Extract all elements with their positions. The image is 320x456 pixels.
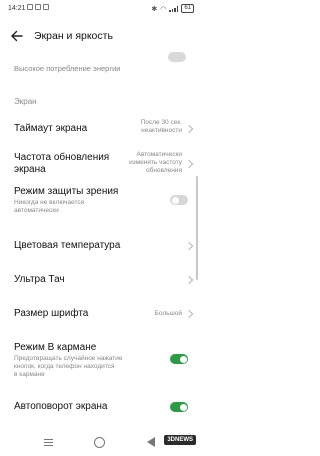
screen-timeout-value-line2: неактивности bbox=[141, 127, 182, 134]
color-temperature-label: Цветовая температура bbox=[14, 240, 121, 251]
notification-icon bbox=[43, 4, 49, 10]
ultra-touch-label: Ультра Тач bbox=[14, 274, 65, 285]
screen-timeout-value: После 30 сек. неактивности bbox=[141, 119, 182, 135]
notification-icon bbox=[35, 4, 41, 10]
eye-protection-label: Режим защиты зрения bbox=[14, 186, 119, 197]
notification-icon bbox=[27, 4, 33, 10]
bluetooth-icon: ✱ bbox=[151, 5, 158, 13]
refresh-rate-row[interactable]: Частота обновления экрана Автоматически … bbox=[14, 151, 194, 178]
pocket-mode-sub-line2: кнопок, когда телефон находится bbox=[14, 363, 115, 370]
battery-icon: 61 bbox=[181, 4, 194, 13]
pocket-mode-row[interactable]: Режим В кармане Предотвращать случайное … bbox=[14, 342, 194, 378]
watermark-logo: 3DNEWS bbox=[164, 435, 196, 445]
auto-rotate-row[interactable]: Автоповорот экрана bbox=[14, 401, 194, 415]
status-time: 14:21 bbox=[8, 5, 26, 12]
refresh-rate-value-line1: Автоматически bbox=[136, 151, 182, 158]
eye-protection-row[interactable]: Режим защиты зрения Никогда не включаетс… bbox=[14, 186, 194, 215]
auto-rotate-toggle[interactable] bbox=[170, 402, 188, 412]
section-label-screen: Экран bbox=[14, 97, 37, 106]
scrollbar[interactable] bbox=[196, 176, 198, 280]
font-size-row[interactable]: Размер шрифта Большой bbox=[14, 308, 194, 322]
eye-protection-sub-line1: Никогда не включается bbox=[14, 199, 85, 206]
auto-rotate-label: Автоповорот экрана bbox=[14, 401, 108, 412]
status-bar: 14:21 ✱ ◠ 61 bbox=[0, 0, 200, 18]
recent-apps-icon[interactable] bbox=[44, 439, 53, 446]
screen-timeout-value-line1: После 30 сек. bbox=[140, 119, 182, 126]
nav-back-icon[interactable] bbox=[147, 437, 155, 447]
pocket-mode-label: Режим В кармане bbox=[14, 342, 97, 353]
screen-timeout-row[interactable]: Таймаут экрана После 30 сек. неактивност… bbox=[14, 119, 194, 140]
eye-protection-sub: Никогда не включается автоматически bbox=[14, 199, 194, 215]
high-power-text: Высокое потребление энергии bbox=[14, 64, 121, 73]
font-size-value: Большой bbox=[154, 310, 182, 317]
back-arrow-icon[interactable] bbox=[9, 28, 25, 44]
signal-icon bbox=[169, 5, 179, 12]
pocket-mode-sub-line1: Предотвращать случайное нажатие bbox=[14, 355, 123, 362]
ultra-touch-row[interactable]: Ультра Тач bbox=[14, 274, 194, 288]
wifi-icon: ◠ bbox=[160, 5, 167, 13]
pocket-mode-sub-line3: в кармане bbox=[14, 371, 45, 378]
high-power-toggle[interactable] bbox=[168, 52, 186, 62]
refresh-rate-value: Автоматически изменять частоту обновлени… bbox=[129, 151, 182, 175]
pocket-mode-toggle[interactable] bbox=[170, 354, 188, 364]
status-right-group: ✱ ◠ 61 bbox=[151, 4, 194, 13]
pocket-mode-sub: Предотвращать случайное нажатие кнопок, … bbox=[14, 355, 194, 379]
home-icon[interactable] bbox=[94, 437, 105, 448]
eye-protection-sub-line2: автоматически bbox=[14, 207, 59, 214]
page-title: Экран и яркость bbox=[34, 30, 113, 42]
high-power-row[interactable]: Высокое потребление энергии bbox=[14, 52, 190, 73]
refresh-rate-value-line3: обновления bbox=[146, 167, 182, 174]
eye-protection-toggle[interactable] bbox=[170, 195, 188, 205]
refresh-rate-value-line2: изменять частоту bbox=[129, 159, 182, 166]
color-temperature-row[interactable]: Цветовая температура bbox=[14, 240, 194, 254]
app-bar: Экран и яркость bbox=[0, 22, 200, 50]
notification-icons bbox=[27, 4, 49, 10]
